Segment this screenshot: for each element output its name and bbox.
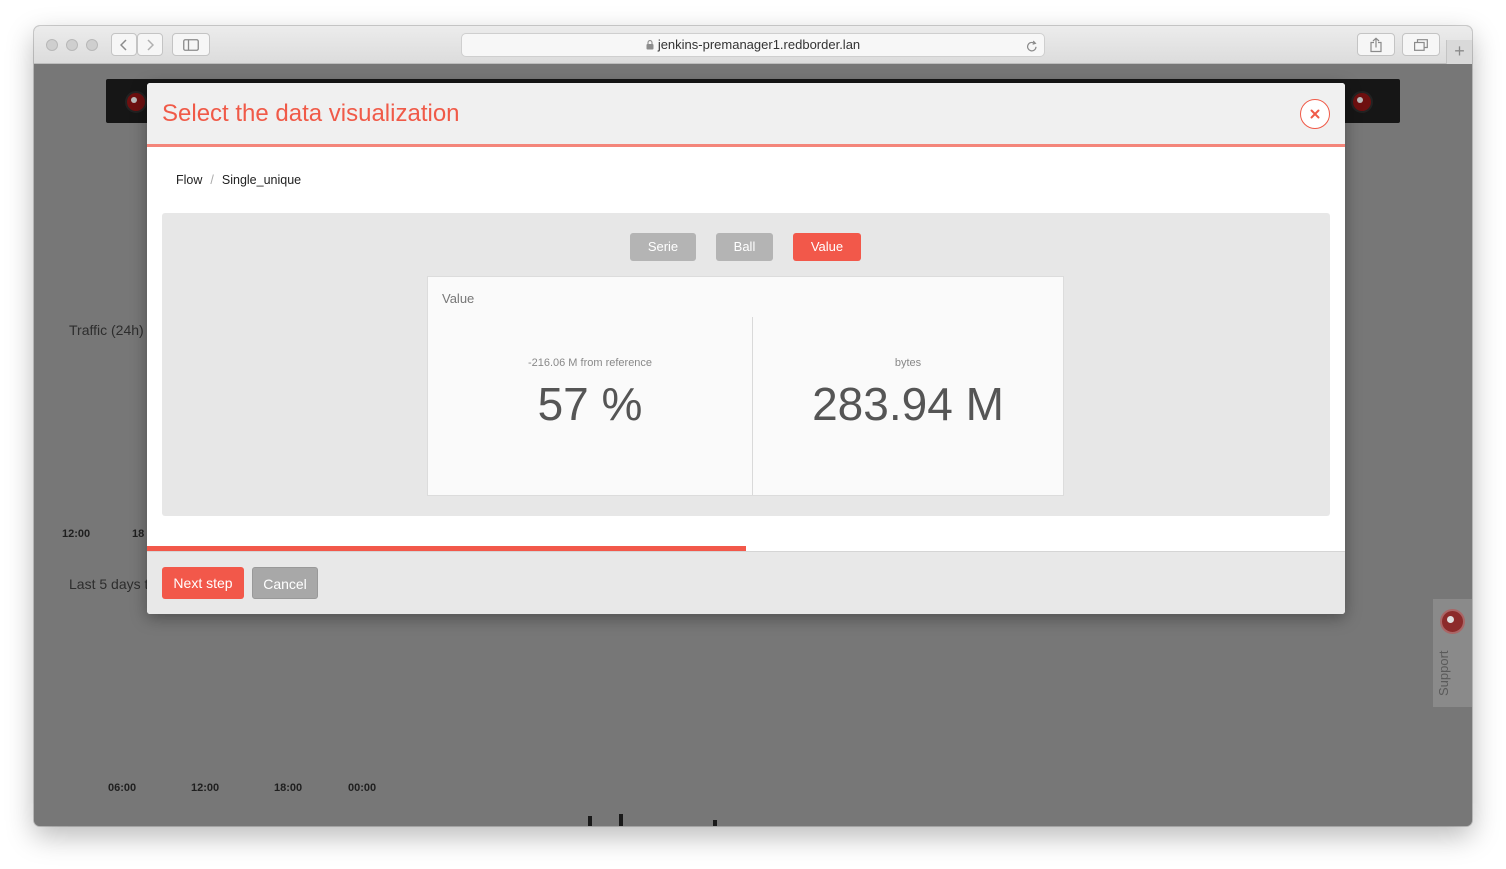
viz-serie-button[interactable]: Serie	[630, 233, 696, 261]
logo-icon	[125, 91, 147, 113]
breadcrumb-item-current: Single_unique	[221, 173, 302, 187]
close-icon	[1310, 109, 1320, 119]
traffic-widget-title: Traffic (24h)	[69, 322, 144, 338]
sidebar-icon	[183, 38, 199, 51]
share-button[interactable]	[1357, 33, 1395, 56]
bg-chart-bar	[588, 816, 592, 826]
last-days-widget-title: Last 5 days t	[69, 576, 149, 592]
viz-value-button[interactable]: Value	[793, 233, 861, 261]
address-bar[interactable]: jenkins-premanager1.redborder.lan	[461, 33, 1045, 57]
bytes-unit-label: bytes	[894, 357, 922, 369]
browser-window: jenkins-premanager1.redborder.lan + Traf…	[34, 26, 1472, 826]
zoom-window-button[interactable]	[86, 39, 98, 51]
modal-footer: Next step Cancel	[147, 551, 1345, 614]
breadcrumb-item-flow[interactable]: Flow	[176, 173, 202, 187]
new-tab-button[interactable]: +	[1446, 40, 1472, 64]
percentage-value: 57 %	[537, 378, 643, 430]
plus-icon: +	[1454, 41, 1465, 61]
next-step-button[interactable]: Next step	[162, 567, 244, 599]
cancel-button[interactable]: Cancel	[252, 567, 318, 599]
forward-button[interactable]	[137, 33, 163, 56]
upper-axis-tick: 18	[132, 528, 145, 540]
lock-icon	[646, 35, 654, 57]
reference-delta: -216.06 M from reference	[527, 357, 653, 369]
lower-axis-tick: 12:00	[191, 782, 220, 794]
percentage-metric: -216.06 M from reference 57 %	[428, 357, 752, 431]
support-tab[interactable]: Support	[1433, 599, 1472, 707]
tabs-overview-button[interactable]	[1402, 33, 1440, 56]
chevron-left-icon	[120, 38, 127, 51]
chevron-right-icon	[147, 38, 154, 51]
visualization-panel: Serie Ball Value Value -216.06 M from re…	[162, 213, 1330, 516]
value-preview-card: Value -216.06 M from reference 57 % byte…	[427, 276, 1064, 496]
support-label: Support	[1436, 650, 1451, 696]
bg-chart-bar	[713, 820, 717, 826]
modal-header: Select the data visualization	[147, 83, 1345, 147]
tabs-icon	[1414, 38, 1428, 51]
bytes-metric: bytes 283.94 M	[746, 357, 1070, 431]
sidebar-toggle-button[interactable]	[172, 33, 210, 56]
viz-ball-button[interactable]: Ball	[716, 233, 773, 261]
reload-icon[interactable]	[1026, 38, 1038, 60]
breadcrumb-separator: /	[210, 173, 214, 187]
visualization-modal: Select the data visualization Flow / Singl…	[147, 83, 1345, 614]
modal-title: Select the data visualization	[162, 100, 460, 127]
bg-chart-bar	[619, 814, 623, 826]
lower-axis-tick: 00:00	[348, 782, 377, 794]
minimize-window-button[interactable]	[66, 39, 78, 51]
lower-axis-tick: 06:00	[108, 782, 137, 794]
address-url: jenkins-premanager1.redborder.lan	[657, 37, 861, 52]
close-modal-button[interactable]	[1300, 99, 1330, 129]
user-avatar[interactable]	[1351, 91, 1373, 113]
upper-axis-tick: 12:00	[62, 528, 91, 540]
breadcrumb: Flow / Single_unique	[176, 173, 301, 187]
back-button[interactable]	[111, 33, 137, 56]
share-icon	[1370, 37, 1382, 52]
bytes-value: 283.94 M	[812, 378, 1004, 430]
lower-axis-tick: 18:00	[274, 782, 303, 794]
close-window-button[interactable]	[46, 39, 58, 51]
support-icon	[1440, 609, 1465, 634]
preview-title: Value	[442, 291, 475, 306]
browser-toolbar: jenkins-premanager1.redborder.lan	[34, 26, 1472, 64]
